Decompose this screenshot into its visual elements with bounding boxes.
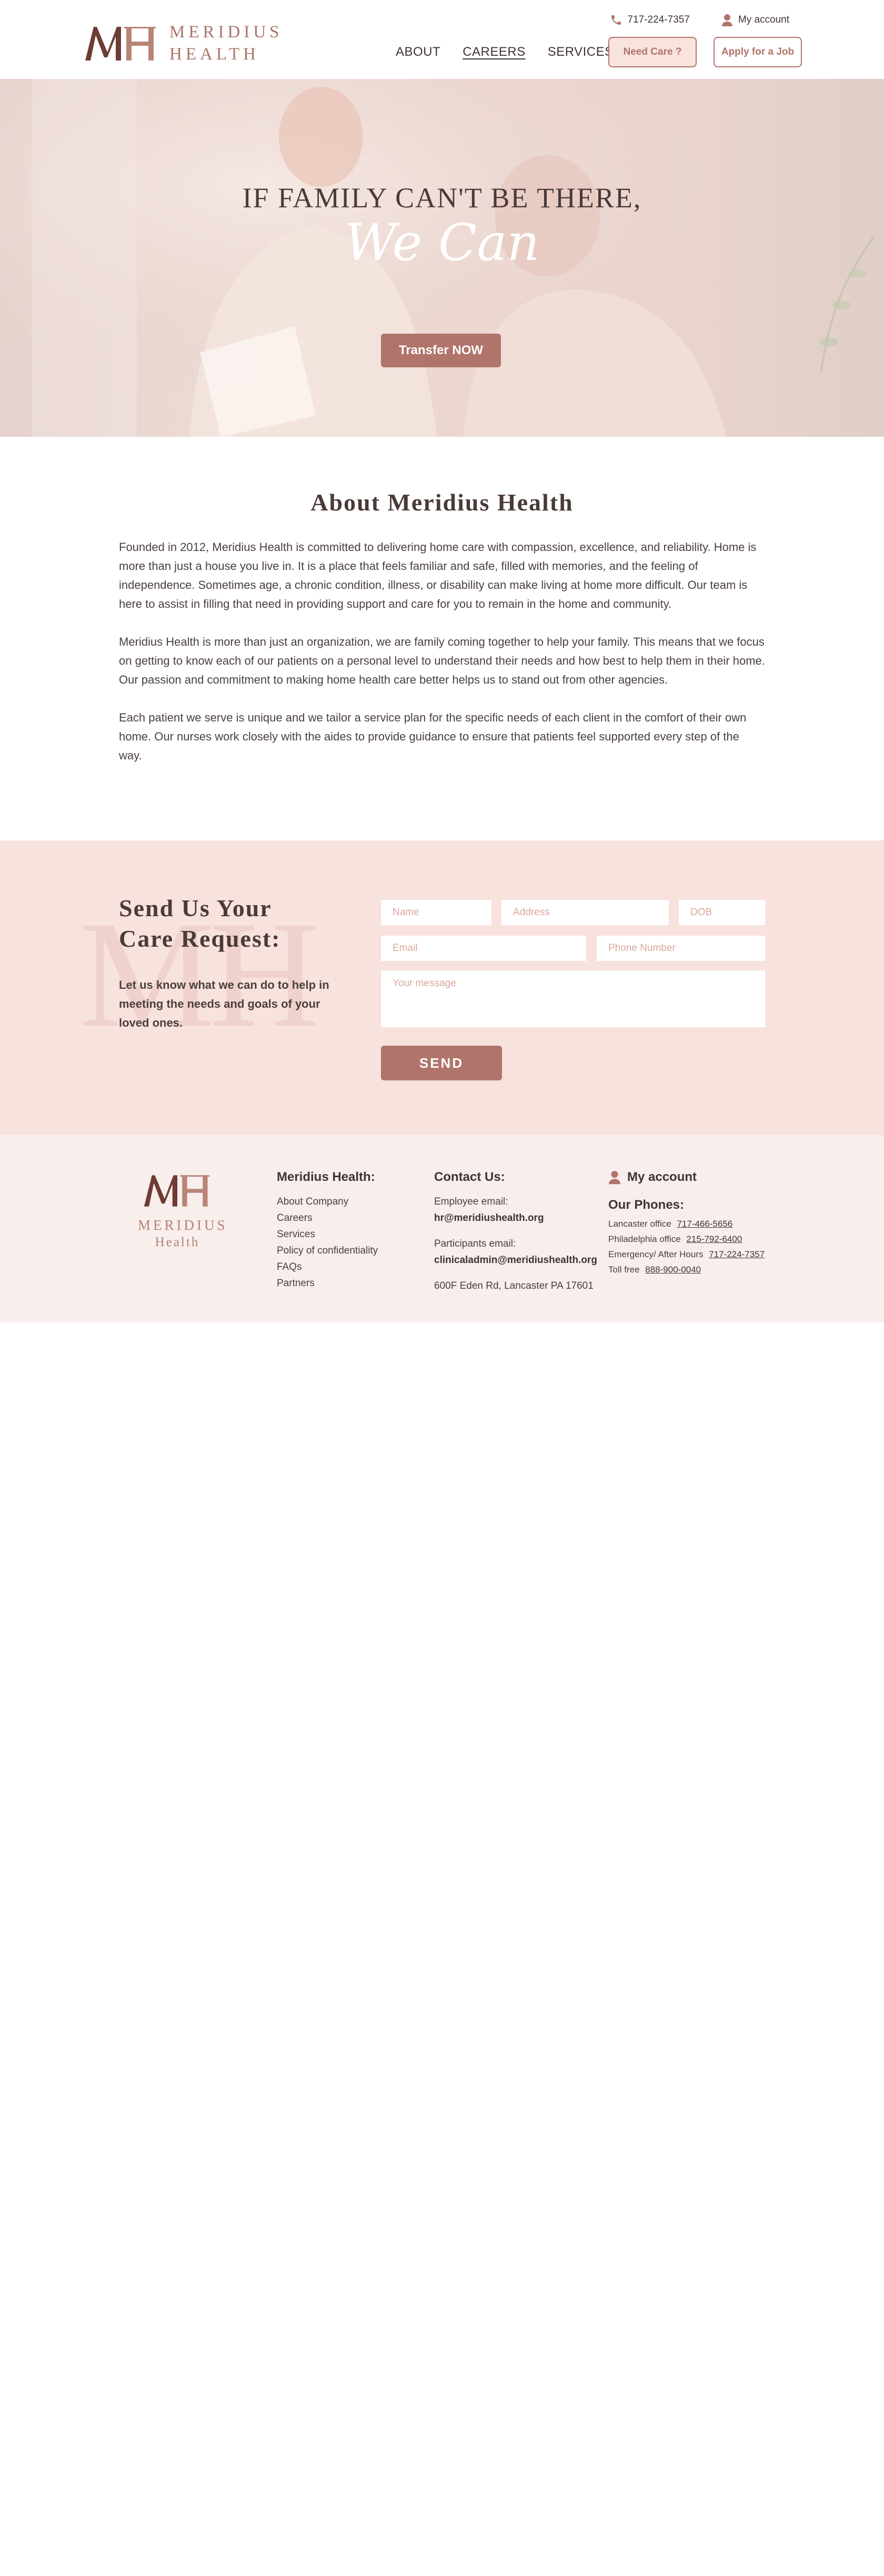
logo-line-1: MERIDIUS: [169, 23, 283, 42]
about-paragraph-4: Each patient we serve is unique and we t…: [119, 711, 747, 762]
footer-contact-column: Contact Us: Employee email: hr@meridiush…: [434, 1169, 597, 1294]
name-input[interactable]: Name: [381, 900, 491, 925]
site-footer: MERIDIUS Health Meridius Health: About C…: [0, 1135, 884, 1322]
footer-logo-line-1: MERIDIUS: [138, 1217, 228, 1233]
hero-title: IF FAMILY CAN'T BE THERE,: [242, 182, 642, 214]
about-paragraph-2: Meridius Health is more than just an org…: [119, 635, 765, 667]
phone-label: Emergency/ After Hours: [608, 1249, 704, 1259]
footer-phones-heading: Our Phones:: [608, 1198, 685, 1212]
footer-company-column: Meridius Health: About Company Careers S…: [277, 1169, 378, 1291]
care-request-title: Send Us Your Care Request:: [119, 893, 340, 954]
header-phone-link[interactable]: 717-224-7357: [610, 14, 690, 26]
dob-input[interactable]: DOB: [679, 900, 765, 925]
about-title: About Meridius Health: [310, 489, 574, 516]
nav-about[interactable]: ABOUT: [396, 45, 440, 59]
site-header: MERIDIUS HEALTH 717-224-7357 My account …: [0, 0, 884, 79]
footer-logo[interactable]: MERIDIUS Health: [138, 1173, 228, 1250]
footer-company-heading: Meridius Health:: [277, 1170, 375, 1184]
header-phone-number: 717-224-7357: [627, 14, 690, 25]
phone-number-link[interactable]: 215-792-6400: [686, 1234, 742, 1244]
footer-account-link[interactable]: My account: [608, 1169, 765, 1185]
care-title-line-2: Care Request:: [119, 925, 281, 952]
user-icon: [721, 14, 732, 26]
participants-email-label: Participants email:: [434, 1238, 516, 1249]
send-button[interactable]: SEND: [381, 1046, 502, 1080]
site-logo[interactable]: MERIDIUS HEALTH: [84, 22, 283, 64]
employee-email-link[interactable]: hr@meridiushealth.org: [434, 1210, 597, 1226]
phone-label: Toll free: [608, 1265, 640, 1275]
apply-job-button[interactable]: Apply for a Job: [714, 37, 802, 67]
nav-careers[interactable]: CAREERS: [463, 45, 526, 59]
employee-email-label: Employee email:: [434, 1196, 508, 1207]
footer-logo-line-2: Health: [155, 1235, 200, 1249]
footer-link-about[interactable]: About Company: [277, 1194, 378, 1210]
phone-number-link[interactable]: 888-900-0040: [645, 1265, 701, 1275]
footer-logo-mark-icon: [144, 1175, 210, 1207]
care-request-text: Let us know what we can do to help in me…: [119, 978, 329, 1029]
footer-user-icon: [609, 1170, 620, 1184]
footer-link-services[interactable]: Services: [277, 1226, 378, 1242]
about-body: Founded in 2012, Meridius Health is comm…: [119, 538, 765, 784]
need-care-button[interactable]: Need Care ?: [608, 37, 697, 67]
phone-row-emergency: Emergency/ After Hours 717-224-7357: [608, 1247, 765, 1262]
address-input[interactable]: Address: [501, 900, 669, 925]
footer-contact-heading: Contact Us:: [434, 1170, 505, 1184]
about-paragraph-3: Our passion and commitment to making hom…: [119, 673, 668, 686]
message-textarea[interactable]: Your message: [381, 970, 765, 1027]
phone-row-lancaster: Lancaster office 717-466-5656: [608, 1216, 765, 1231]
footer-company-links: About Company Careers Services Policy of…: [277, 1194, 378, 1291]
footer-link-faqs[interactable]: FAQs: [277, 1259, 378, 1275]
logo-mark-icon: [85, 27, 156, 61]
phone-label: Lancaster office: [608, 1219, 671, 1229]
footer-link-policy[interactable]: Policy of confidentiality: [277, 1242, 378, 1259]
footer-account-label: My account: [627, 1170, 697, 1184]
care-request-section: MH Send Us Your Care Request: Let us kno…: [0, 840, 884, 1135]
footer-phones-column: My account Our Phones: Lancaster office …: [608, 1169, 765, 1277]
transfer-now-button[interactable]: Transfer NOW: [381, 334, 501, 367]
footer-link-careers[interactable]: Careers: [277, 1210, 378, 1226]
logo-wordmark: MERIDIUS HEALTH: [169, 22, 283, 64]
phone-number-link[interactable]: 717-224-7357: [709, 1249, 765, 1259]
phone-input[interactable]: Phone Number: [597, 936, 765, 961]
top-contacts: 717-224-7357 My account: [610, 14, 789, 26]
phone-label: Philadelphia office: [608, 1234, 681, 1244]
footer-address: 600F Eden Rd, Lancaster PA 17601: [434, 1280, 594, 1291]
care-title-line-1: Send Us Your: [119, 895, 272, 921]
about-paragraph-1: Founded in 2012, Meridius Health is comm…: [119, 540, 757, 610]
phone-number-link[interactable]: 717-466-5656: [677, 1219, 732, 1229]
participants-email-link[interactable]: clinicaladmin@meridiushealth.org: [434, 1252, 597, 1268]
phone-row-philadelphia: Philadelphia office 215-792-6400: [608, 1231, 765, 1247]
nav-services[interactable]: SERVICES: [548, 45, 614, 59]
hero-script-text: We Can: [344, 213, 540, 272]
hero-banner: IF FAMILY CAN'T BE THERE, We Can Transfe…: [0, 79, 884, 437]
phone-row-tollfree: Toll free 888-900-0040: [608, 1262, 765, 1277]
main-nav: ABOUT CAREERS SERVICES: [396, 45, 614, 59]
phone-icon: [611, 15, 621, 25]
footer-link-partners[interactable]: Partners: [277, 1275, 378, 1291]
logo-line-2: HEALTH: [169, 45, 259, 64]
header-account-label: My account: [738, 14, 789, 25]
header-account-link[interactable]: My account: [721, 14, 789, 26]
email-input[interactable]: Email: [381, 936, 586, 961]
